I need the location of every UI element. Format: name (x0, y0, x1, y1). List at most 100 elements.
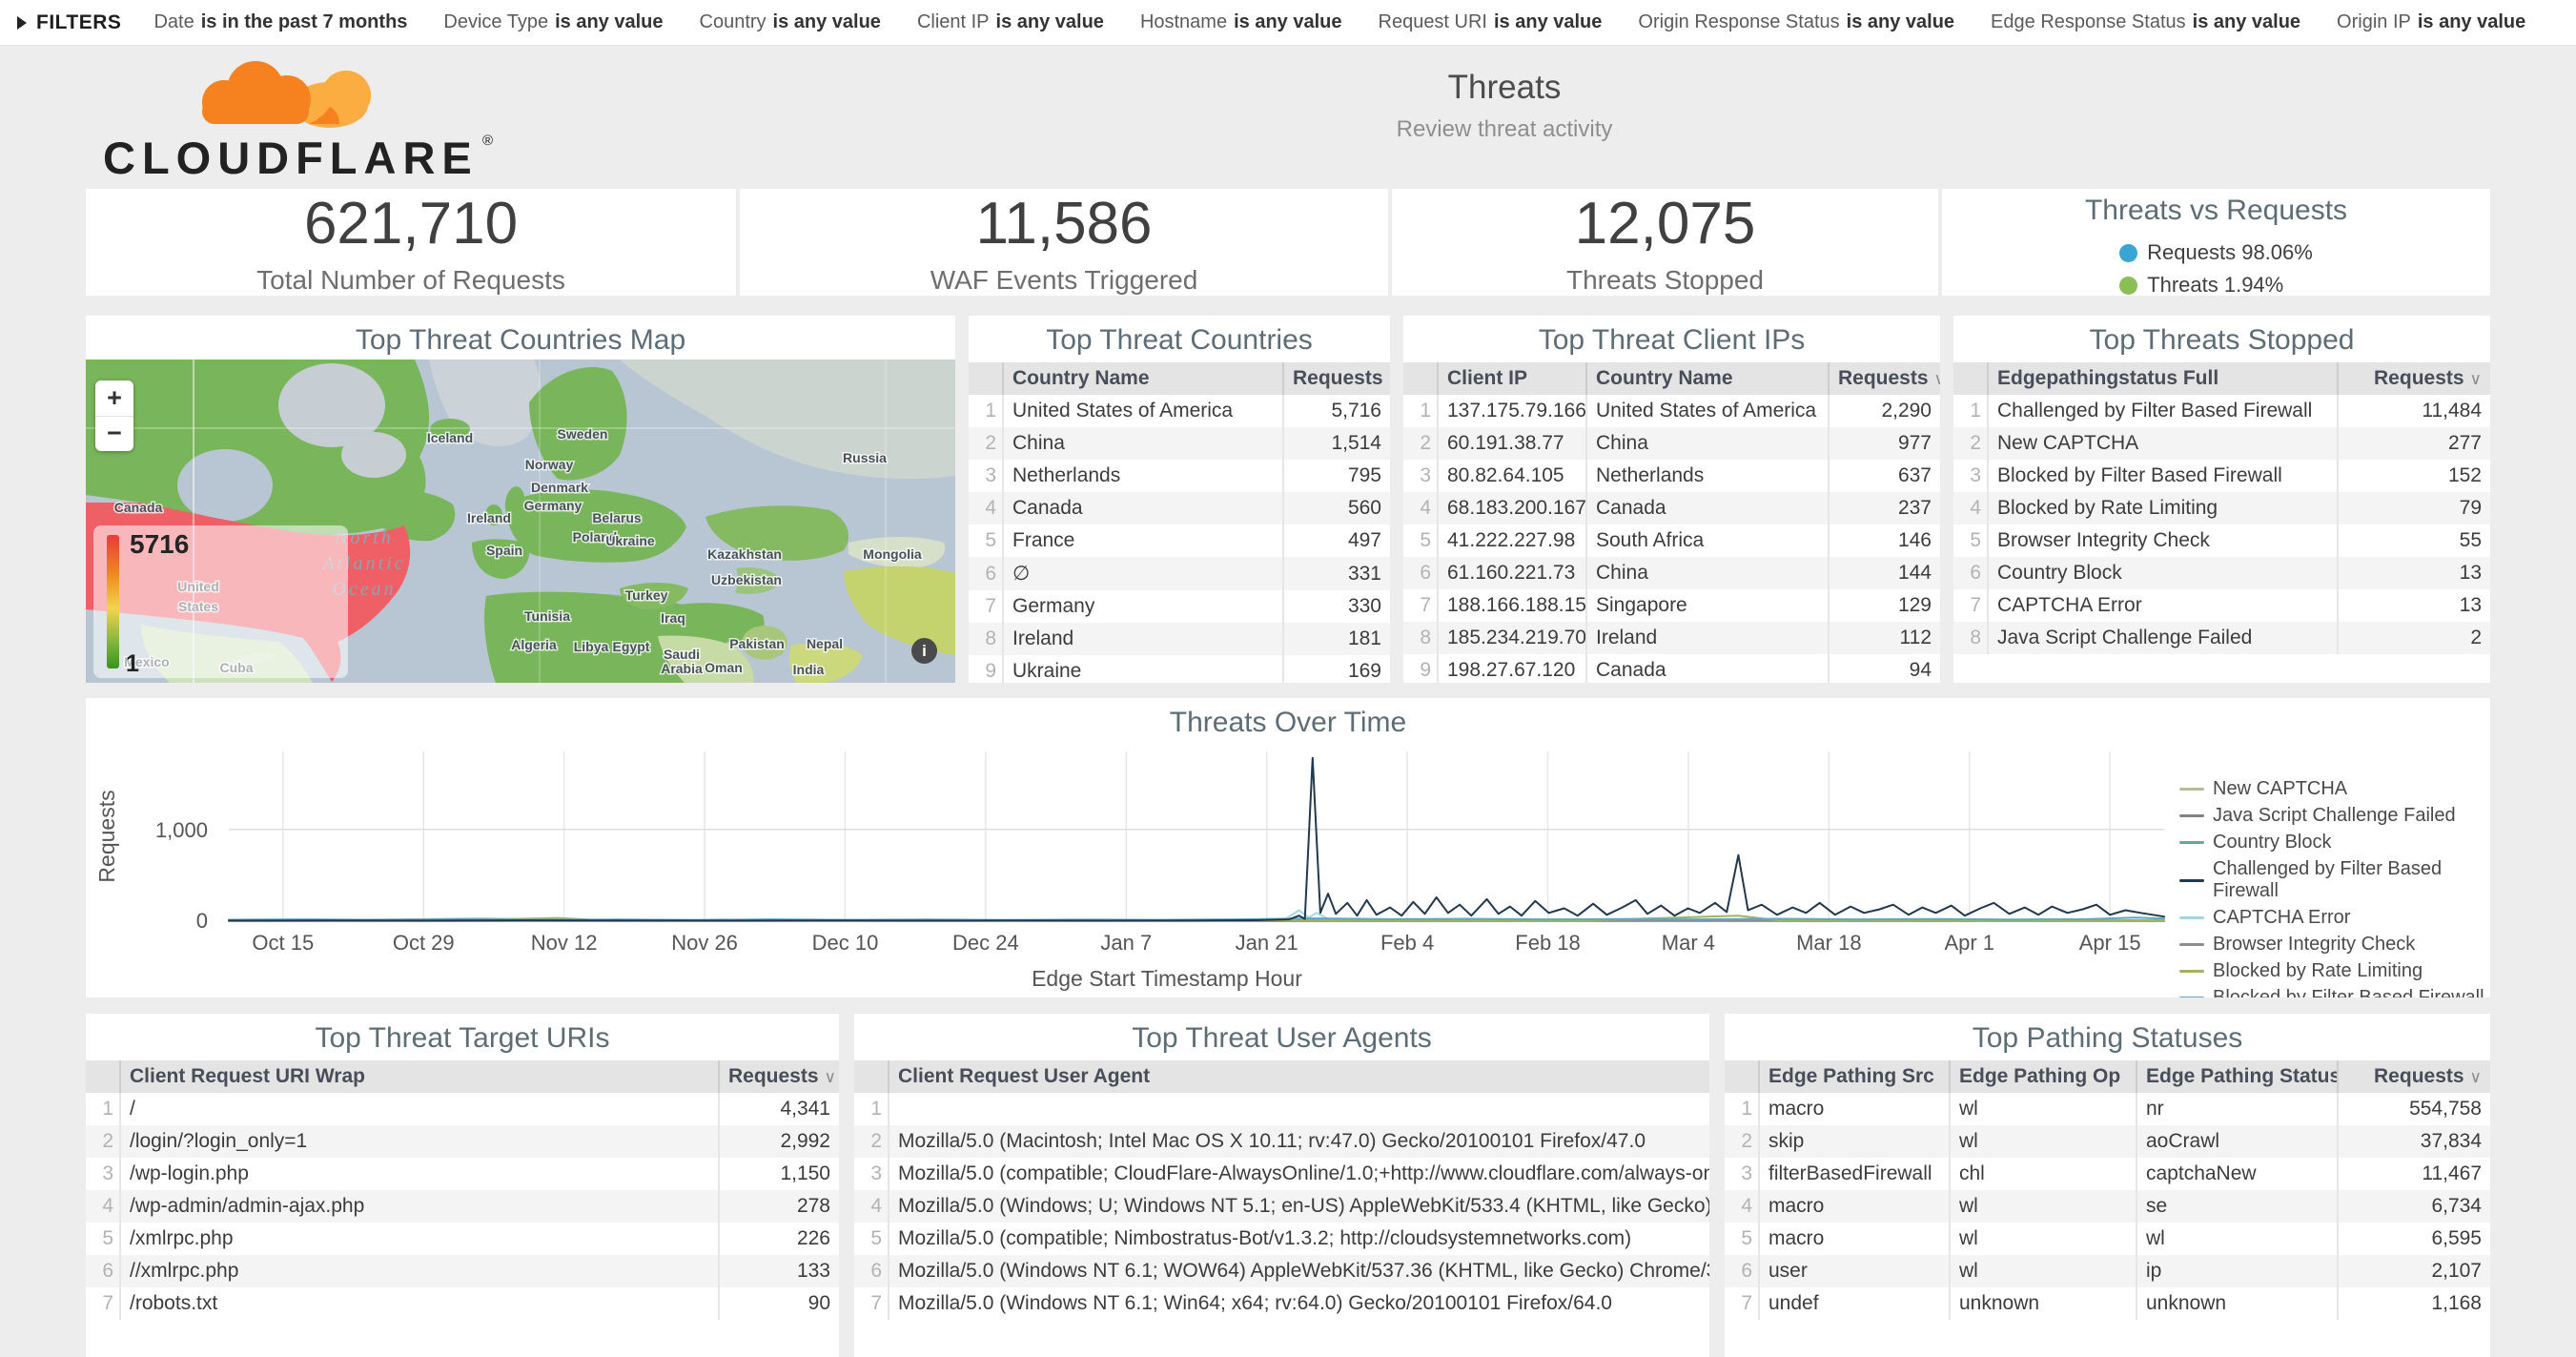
chart-legend-item[interactable]: Challenged by Filter Based Firewall (2179, 858, 2488, 902)
table-cell: 5,716 (1283, 395, 1390, 427)
stat-total-requests: 621,710 Total Number of Requests (86, 189, 736, 296)
filter-item[interactable]: Dateis in the past 7 months (153, 11, 407, 33)
column-header[interactable]: Edge Pathing Status (2136, 1060, 2338, 1093)
map-gradient-bar (107, 535, 119, 668)
chart-legend-item[interactable]: Java Script Challenge Failed (2179, 805, 2488, 827)
column-header[interactable]: Country Name (1003, 362, 1283, 395)
map-info-icon[interactable]: i (911, 638, 937, 664)
chart-legend-item[interactable]: Browser Integrity Check (2179, 934, 2488, 956)
row-number: 7 (1953, 589, 1988, 622)
sort-chevron-down-icon: ∨ (825, 1068, 836, 1086)
column-header[interactable]: Requests∨ (1283, 362, 1390, 395)
table-cell: Challenged by Filter Based Firewall (1988, 395, 2338, 427)
tile-title: Top Threat User Agents (854, 1014, 1709, 1055)
chart-legend-item[interactable]: New CAPTCHA (2179, 778, 2488, 800)
table-cell: 2,992 (719, 1125, 839, 1158)
table-row: 1macrowlnr554,758 (1725, 1093, 2490, 1125)
filter-item[interactable]: Request URIis any value (1379, 11, 1603, 33)
table-row: 6Country Block13 (1953, 557, 2490, 589)
table-row: 1United States of America5,716 (969, 395, 1390, 427)
column-header[interactable]: Edge Pathing Src (1759, 1060, 1950, 1093)
chart-legend-item[interactable]: Blocked by Rate Limiting (2179, 960, 2488, 982)
filter-item[interactable]: Origin IPis any value (2337, 11, 2525, 33)
table-cell: chl (1950, 1158, 2136, 1190)
filter-item[interactable]: Client IPis any value (917, 11, 1104, 33)
column-header[interactable]: Requests∨ (719, 1060, 839, 1093)
table-row: 6Mozilla/5.0 (Windows NT 6.1; WOW64) App… (854, 1255, 1709, 1287)
table-row: 2/login/?login_only=12,992 (86, 1125, 839, 1158)
map-country-label: Tunisia (524, 608, 570, 624)
row-number-header (1403, 362, 1438, 395)
filter-item[interactable]: Device Typeis any value (443, 11, 663, 33)
chart-legend-item[interactable]: Country Block (2179, 832, 2488, 853)
threats-vs-requests-legend: Requests 98.06%Threats 1.94% (2119, 240, 2313, 296)
table-cell: 2,290 (1829, 395, 1940, 427)
filter-item[interactable]: Countryis any value (700, 11, 881, 33)
row-number: 4 (1725, 1190, 1759, 1223)
row-number: 1 (969, 395, 1003, 427)
table-cell: 41.222.227.98 (1438, 524, 1586, 557)
filter-item[interactable]: Origin Response Statusis any value (1638, 11, 1954, 33)
table-row: 3Mozilla/5.0 (compatible; CloudFlare-Alw… (854, 1158, 1709, 1190)
filter-item[interactable]: Edge Response Statusis any value (1991, 11, 2300, 33)
row-number: 2 (86, 1125, 120, 1158)
column-header[interactable]: Client Request URI Wrap (120, 1060, 719, 1093)
table-row: 541.222.227.98South Africa146 (1403, 524, 1940, 557)
map-zoom-out-button[interactable]: − (95, 417, 133, 452)
row-number: 6 (1403, 557, 1438, 589)
row-number: 8 (1403, 622, 1438, 654)
table-cell: 94 (1829, 654, 1940, 683)
table-cell: 6,595 (2338, 1223, 2490, 1255)
threats-vs-requests-tile: Threats vs Requests Requests 98.06%Threa… (1942, 189, 2490, 296)
tile-title: Top Pathing Statuses (1725, 1014, 2490, 1055)
filters-toggle[interactable]: FILTERS (17, 11, 121, 34)
svg-text:1,000: 1,000 (155, 818, 208, 842)
legend-line-swatch-icon (2179, 841, 2204, 844)
chart-legend-item[interactable]: Blocked by Filter Based Firewall (2179, 987, 2488, 997)
filter-bar: FILTERS Dateis in the past 7 months Devic… (0, 0, 2576, 46)
brand-wordmark: CLOUDFLARE (103, 133, 479, 183)
table-cell: 90 (719, 1287, 839, 1320)
top-threat-countries-tile: Top Threat Countries Country NameRequest… (969, 316, 1390, 683)
threat-map-tile: Top Threat Countries Map (86, 316, 955, 683)
column-header[interactable]: Requests∨ (2338, 1060, 2490, 1093)
table-cell: 13 (2338, 589, 2490, 622)
table-cell: 1,168 (2338, 1287, 2490, 1320)
svg-text:Feb 4: Feb 4 (1380, 931, 1434, 955)
row-number: 5 (969, 524, 1003, 557)
legend-line-swatch-icon (2179, 879, 2204, 882)
stat-label: Total Number of Requests (256, 265, 565, 296)
filter-item[interactable]: Hostnameis any value (1140, 11, 1342, 33)
column-header[interactable]: Requests∨ (1829, 362, 1940, 395)
chart-legend-item[interactable]: CAPTCHA Error (2179, 907, 2488, 929)
table-cell: 560 (1283, 492, 1390, 524)
column-header[interactable]: Edgepathingstatus Full (1988, 362, 2338, 395)
column-header[interactable]: Client IP (1438, 362, 1586, 395)
map-zoom-in-button[interactable]: + (95, 380, 133, 417)
row-number: 1 (854, 1093, 889, 1125)
table-cell: 1,150 (719, 1158, 839, 1190)
table-cell: /xmlrpc.php (120, 1223, 719, 1255)
row-number: 2 (1953, 427, 1988, 460)
svg-text:Jan 21: Jan 21 (1236, 931, 1298, 955)
table-cell: China (1586, 557, 1829, 589)
map-country-label: Belarus (592, 510, 642, 525)
column-header[interactable]: Requests∨ (2338, 362, 2490, 395)
map-country-label: Russia (843, 450, 887, 465)
table-row: 9198.27.67.120Canada94 (1403, 654, 1940, 683)
threats-over-time-chart[interactable]: Oct 15Oct 29Nov 12Nov 26Dec 10Dec 24Jan … (86, 736, 2279, 997)
table-row: 3filterBasedFirewallchlcaptchaNew11,467 (1725, 1158, 2490, 1190)
table-cell: 112 (1829, 622, 1940, 654)
world-map[interactable]: CanadaUnitedStatesMexicoCubaIcelandSwede… (86, 360, 955, 683)
row-number: 7 (1403, 589, 1438, 622)
row-number: 4 (969, 492, 1003, 524)
column-header[interactable]: Country Name (1586, 362, 1829, 395)
table-row: 4Canada560 (969, 492, 1390, 524)
table-row: 1 (854, 1093, 1709, 1125)
table-row: 3Blocked by Filter Based Firewall152 (1953, 460, 2490, 492)
column-header[interactable]: Edge Pathing Op (1950, 1060, 2136, 1093)
svg-text:Apr 15: Apr 15 (2079, 931, 2141, 955)
legend-dot-icon (2119, 244, 2137, 262)
column-header[interactable]: Client Request User Agent (889, 1060, 1709, 1093)
table-row: 7188.166.188.152Singapore129 (1403, 589, 1940, 622)
